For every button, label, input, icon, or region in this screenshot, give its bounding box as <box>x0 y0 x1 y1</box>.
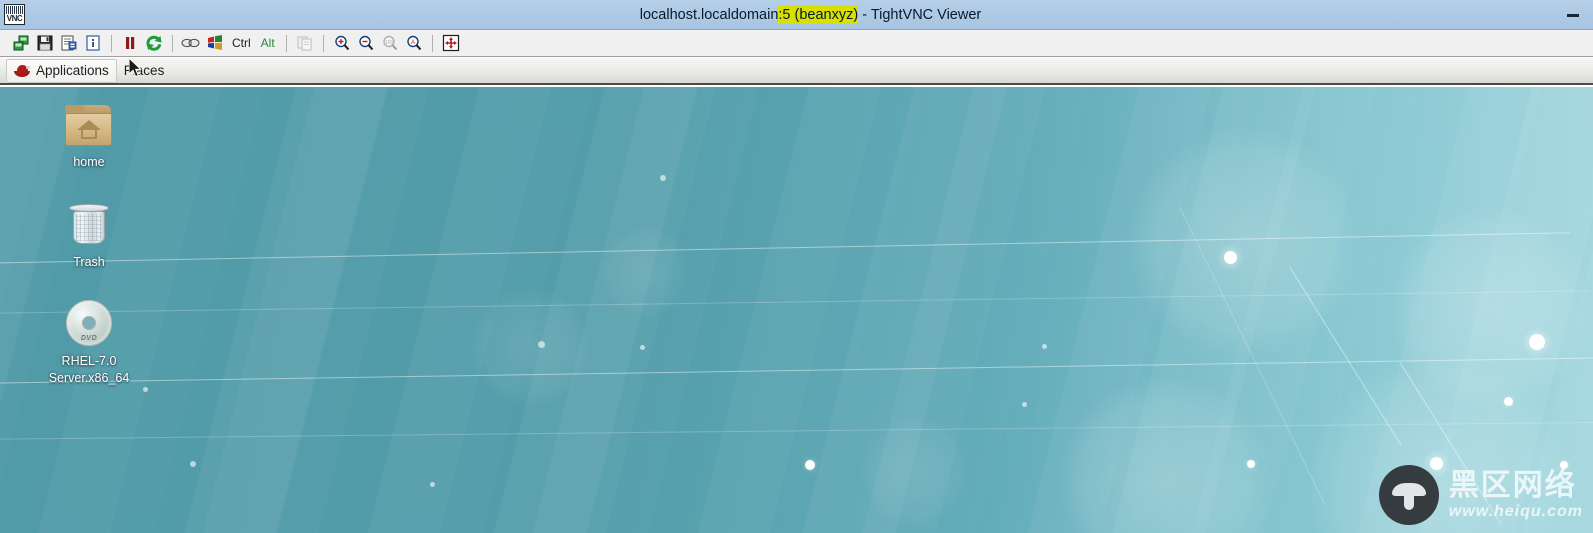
folder-home-icon <box>65 105 113 149</box>
vnc-toolbar: Ctrl Alt 100 A <box>0 30 1593 57</box>
toolbar-separator <box>322 34 324 52</box>
wallpaper-glows <box>0 87 1593 533</box>
refresh-button[interactable] <box>143 32 165 54</box>
window-title-session: :5 (beanxyz) <box>778 6 859 24</box>
full-screen-button[interactable] <box>440 32 462 54</box>
zoom-100-button: 100 <box>379 32 401 54</box>
dvd-disc-text: DVD <box>80 335 98 342</box>
window-title-host: localhost.localdomain <box>639 7 779 23</box>
toolbar-separator <box>431 34 433 52</box>
mushroom-logo-icon <box>1378 465 1439 525</box>
clipboard-copy-icon <box>297 36 312 51</box>
full-screen-icon <box>442 34 459 52</box>
places-menu[interactable]: Places <box>117 59 172 83</box>
watermark-site-name: 黑区网络 <box>1448 467 1577 503</box>
desktop-icon-dvd[interactable]: DVD RHEL-7.0 Server.x86_64 <box>31 298 147 387</box>
minimize-button[interactable] <box>1567 14 1579 17</box>
desktop-icon-home[interactable]: home <box>31 105 147 171</box>
refresh-icon <box>146 35 162 51</box>
toolbar-separator <box>172 34 173 52</box>
applications-menu-label: Applications <box>36 63 109 78</box>
toolbar-separator <box>285 34 287 52</box>
zoom-out-icon <box>358 35 373 51</box>
zoom-auto-button[interactable]: A <box>403 32 425 54</box>
remote-desktop-area[interactable]: home Trash DVD RHEL-7.0 Server.x86_64 黑区 <box>0 87 1593 533</box>
applications-menu[interactable]: Applications <box>6 58 117 83</box>
zoom-out-button[interactable] <box>355 32 377 54</box>
alt-key-button[interactable]: Alt <box>257 36 279 50</box>
svg-text:A: A <box>411 40 415 46</box>
places-menu-label: Places <box>123 63 165 78</box>
connection-options-button[interactable] <box>58 32 80 54</box>
watermark-site-url: www.heiqu.com <box>1448 502 1583 520</box>
transfer-clipboard-button <box>294 32 316 54</box>
window-title: localhost.localdomain:5 (beanxyz) - Tigh… <box>0 0 1593 30</box>
connection-info-button[interactable] <box>82 32 104 54</box>
zoom-in-icon <box>334 35 349 51</box>
tightvnc-viewer-window: VNC localhost.localdomain:5 (beanxyz) - … <box>0 0 1593 533</box>
pause-button[interactable] <box>119 32 141 54</box>
wallpaper-network-lines <box>0 87 1593 533</box>
wallpaper-stripes <box>0 87 1593 533</box>
trash-can-icon <box>67 203 111 249</box>
site-watermark: 黑区网络 www.heiqu.com <box>1378 465 1583 525</box>
windows-flag-icon <box>208 35 222 50</box>
desktop-icon-dvd-label: RHEL-7.0 Server.x86_64 <box>48 354 130 385</box>
new-connection-button[interactable] <box>10 32 32 54</box>
svg-text:100: 100 <box>385 40 394 46</box>
keyboard-keys-icon <box>181 38 200 48</box>
zoom-actual-size-icon: 100 <box>382 35 397 51</box>
pause-icon <box>126 37 135 49</box>
desktop-icon-trash[interactable]: Trash <box>31 203 147 271</box>
zoom-in-button[interactable] <box>331 32 353 54</box>
desktop-icon-home-label: home <box>73 155 105 169</box>
redhat-logo-icon <box>14 64 30 78</box>
gnome-top-panel: Applications Places <box>0 57 1593 85</box>
wallpaper-network-nodes <box>0 87 1593 533</box>
save-session-button[interactable] <box>34 32 56 54</box>
send-ctrl-esc-button[interactable] <box>204 32 226 54</box>
window-title-app: - TightVNC Viewer <box>858 7 982 23</box>
send-ctrl-alt-del-button[interactable] <box>180 32 202 54</box>
info-document-icon <box>86 35 100 51</box>
options-document-icon <box>61 35 77 51</box>
ctrl-key-button[interactable]: Ctrl <box>228 36 255 50</box>
desktop-icon-trash-label: Trash <box>73 255 105 269</box>
new-connection-icon <box>13 35 29 51</box>
window-titlebar[interactable]: VNC localhost.localdomain:5 (beanxyz) - … <box>0 0 1593 30</box>
zoom-auto-icon: A <box>406 35 421 51</box>
floppy-save-icon <box>37 35 53 51</box>
toolbar-separator <box>111 34 112 52</box>
dvd-disc-icon: DVD <box>64 298 114 348</box>
